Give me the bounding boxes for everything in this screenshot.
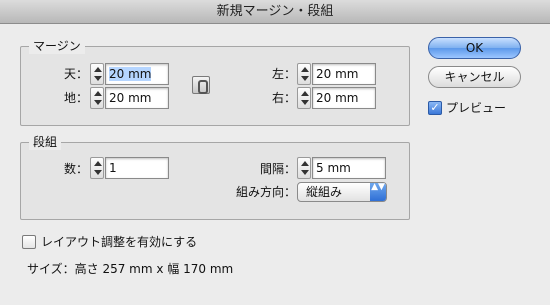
preview-label[interactable]: プレビュー	[446, 100, 506, 116]
columns-gutter-stepper[interactable]	[297, 157, 311, 179]
columns-direction-label: 組み方向：	[235, 185, 296, 199]
margin-right-stepper[interactable]	[297, 87, 311, 109]
margin-bottom-stepper[interactable]	[90, 87, 104, 109]
margin-left-stepper[interactable]	[297, 63, 311, 85]
columns-count-stepper[interactable]	[90, 157, 104, 179]
columns-direction-select[interactable]: 縦組み ▲▼	[297, 182, 387, 202]
margin-group: マージン	[20, 38, 410, 126]
window-title: 新規マージン・段組	[216, 4, 334, 19]
margin-right-field[interactable]: 20 mm	[312, 87, 376, 109]
margin-top-value: 20 mm	[109, 67, 152, 81]
margin-right-label: 右：	[271, 91, 296, 105]
margin-left-field[interactable]: 20 mm	[312, 63, 376, 85]
columns-group-title: 段組	[29, 134, 62, 150]
preview-checkbox[interactable]: ✓	[428, 101, 442, 115]
margin-top-field[interactable]: 20 mm	[105, 63, 169, 85]
link-margins-icon[interactable]	[192, 76, 210, 94]
cancel-button[interactable]: キャンセル	[428, 66, 521, 88]
window-titlebar: 新規マージン・段組	[0, 0, 550, 24]
columns-gutter-label: 間隔：	[259, 162, 296, 176]
layout-adjust-label[interactable]: レイアウト調整を有効にする	[41, 234, 197, 250]
columns-count-label: 数：	[63, 162, 88, 176]
margin-group-title: マージン	[29, 38, 85, 54]
page-size-info: サイズ：高さ 257 mm x 幅 170 mm	[27, 262, 234, 276]
select-arrows-icon: ▲▼	[370, 183, 386, 201]
columns-group: 段組	[20, 134, 410, 220]
margin-left-label: 左：	[271, 67, 296, 81]
margin-bottom-field[interactable]: 20 mm	[105, 87, 169, 109]
margin-top-stepper[interactable]	[90, 63, 104, 85]
checkmark-icon: ✓	[430, 101, 440, 114]
ok-button[interactable]: OK	[428, 37, 521, 59]
margin-bottom-label: 地：	[63, 91, 88, 105]
columns-gutter-field[interactable]: 5 mm	[312, 157, 386, 179]
columns-direction-value: 縦組み	[306, 185, 343, 199]
columns-count-field[interactable]: 1	[105, 157, 169, 179]
layout-adjust-checkbox[interactable]	[22, 235, 36, 249]
margin-top-label: 天：	[63, 67, 88, 81]
